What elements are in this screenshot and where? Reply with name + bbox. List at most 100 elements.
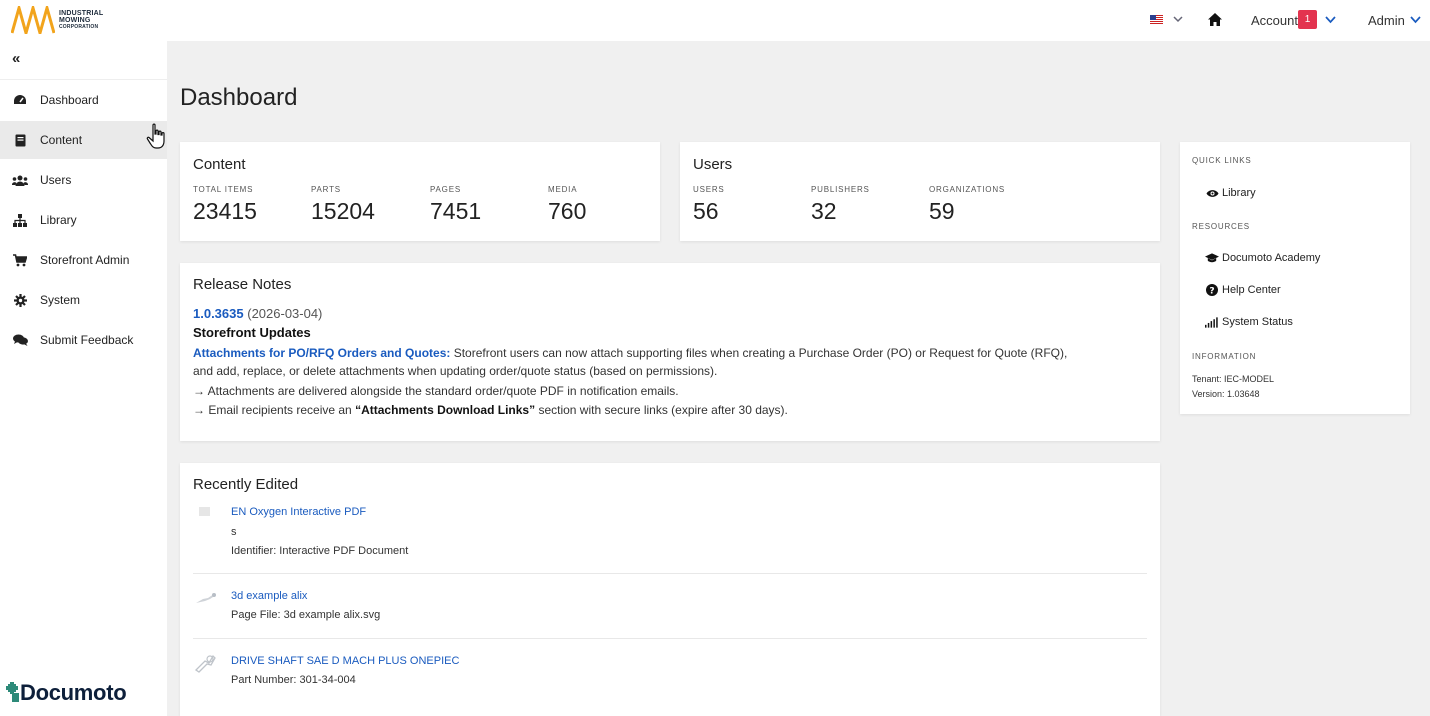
stat-value: 760 (548, 198, 587, 224)
resources-heading: RESOURCES (1192, 222, 1250, 231)
sidebar-item-content[interactable]: Content (0, 121, 167, 159)
language-chevron-down-icon[interactable] (1172, 14, 1184, 24)
book-icon (12, 133, 28, 147)
release-bullet-2-pre: → Email recipients receive an (193, 403, 356, 417)
version-info: Version: 1.03648 (1192, 389, 1260, 399)
sidebar-item-label: Submit Feedback (40, 333, 134, 347)
content-summary-card: Content TOTAL ITEMS 23415 PARTS 15204 PA… (180, 142, 660, 241)
us-flag-icon[interactable] (1150, 15, 1163, 24)
graduation-cap-icon (1205, 253, 1219, 263)
part-thumbnail-icon (194, 654, 216, 673)
recent-item-link[interactable]: DRIVE SHAFT SAE D MACH PLUS ONEPIEC (231, 655, 459, 667)
stat-label: MEDIA (548, 185, 578, 194)
resource-link-system-status[interactable]: System Status (1205, 316, 1293, 328)
users-card-title: Users (693, 156, 733, 173)
recent-item-link[interactable]: 3d example alix (231, 590, 307, 602)
account-chevron-down-icon[interactable] (1324, 14, 1337, 25)
svg-thumbnail-icon (196, 593, 216, 603)
home-icon[interactable] (1207, 12, 1223, 27)
sidebar-item-library[interactable]: Library (0, 201, 167, 239)
stat-label: USERS (693, 185, 725, 194)
users-summary-card: Users USERS 56 PUBLISHERS 32 ORGANIZATIO… (680, 142, 1160, 241)
release-date: (2026-03-04) (247, 306, 323, 321)
sidebar-item-submit-feedback[interactable]: Submit Feedback (0, 321, 167, 359)
right-info-panel: QUICK LINKS Library RESOURCES Documoto A… (1180, 142, 1410, 414)
company-name: INDUSTRIAL MOWING CORPORATION (59, 10, 103, 30)
release-feature-text-2: and add, replace, or delete attachments … (193, 364, 718, 378)
release-bullet-1: → Attachments are delivered alongside th… (193, 384, 679, 398)
stat-value: 32 (811, 198, 837, 224)
sidebar-item-storefront-admin[interactable]: Storefront Admin (0, 241, 167, 279)
gear-icon (12, 293, 28, 307)
divider (193, 573, 1147, 574)
stat-value: 56 (693, 198, 719, 224)
admin-menu[interactable]: Admin (1368, 13, 1405, 28)
release-bullet-2-bold: “Attachments Download Links” (355, 403, 536, 417)
recent-item-identifier: Identifier: Interactive PDF Document (231, 545, 409, 557)
recent-item-link[interactable]: EN Oxygen Interactive PDF (231, 506, 366, 518)
company-logo[interactable]: INDUSTRIAL MOWING CORPORATION (11, 6, 103, 34)
stat-pages[interactable]: PAGES 7451 (430, 185, 481, 225)
sidebar-collapse-button[interactable]: « (0, 41, 167, 80)
stat-label: PUBLISHERS (811, 185, 870, 194)
stat-publishers[interactable]: PUBLISHERS 32 (811, 185, 870, 225)
release-bullet-2: → Email recipients receive an “Attachmen… (193, 403, 788, 417)
stat-label: PAGES (430, 185, 461, 194)
company-name-line2: MOWING (59, 17, 91, 24)
resource-link-documoto-academy[interactable]: Documoto Academy (1205, 252, 1320, 264)
sidebar-item-label: System (40, 293, 81, 307)
sidebar-item-dashboard[interactable]: Dashboard (0, 81, 167, 119)
stat-organizations[interactable]: ORGANIZATIONS 59 (929, 185, 1005, 225)
admin-chevron-down-icon[interactable] (1409, 14, 1422, 25)
sidebar-item-label: Dashboard (40, 93, 99, 107)
resource-label: Help Center (1222, 284, 1281, 296)
pdf-thumbnail-icon (199, 507, 210, 516)
company-logo-mark-icon (11, 6, 55, 34)
sidebar-item-system[interactable]: System (0, 281, 167, 319)
stat-label: ORGANIZATIONS (929, 185, 1006, 194)
stat-value: 15204 (311, 198, 375, 224)
sidebar-item-label: Library (40, 213, 77, 227)
sidebar-item-label: Users (40, 173, 72, 187)
recent-item-detail: Part Number: 301-34-004 (231, 674, 356, 686)
stat-users[interactable]: USERS 56 (693, 185, 725, 225)
stat-value: 23415 (193, 198, 257, 224)
quick-link-label: Library (1222, 187, 1256, 199)
documoto-gear-icon (6, 682, 19, 702)
account-notification-badge[interactable]: 1 (1298, 10, 1317, 29)
release-version-line: 1.0.3635 (2026-03-04) (193, 306, 322, 321)
account-menu[interactable]: Account (1251, 13, 1298, 28)
release-feature-paragraph: Attachments for PO/RFQ Orders and Quotes… (193, 346, 1067, 360)
company-name-line3: CORPORATION (59, 24, 99, 30)
cart-icon (12, 253, 28, 267)
release-feature-title-link[interactable]: Attachments for PO/RFQ Orders and Quotes… (193, 346, 450, 360)
comments-icon (12, 333, 28, 347)
information-heading: INFORMATION (1192, 352, 1257, 361)
resource-link-help-center[interactable]: ? Help Center (1205, 284, 1281, 296)
stat-media[interactable]: MEDIA 760 (548, 185, 586, 225)
documoto-logo[interactable]: Documoto (6, 680, 127, 706)
stat-value: 7451 (430, 198, 482, 224)
divider (193, 638, 1147, 639)
stat-total-items[interactable]: TOTAL ITEMS 23415 (193, 185, 257, 225)
double-chevron-left-icon: « (12, 50, 21, 67)
release-heading: Storefront Updates (193, 325, 311, 340)
resource-label: Documoto Academy (1222, 252, 1321, 264)
sitemap-icon (12, 213, 28, 227)
question-circle-icon: ? (1205, 284, 1219, 296)
sidebar-item-users[interactable]: Users (0, 161, 167, 199)
release-bullet-2-post: section with secure links (expire after … (535, 403, 788, 417)
release-version-link[interactable]: 1.0.3635 (193, 306, 244, 321)
content-card-title: Content (193, 156, 246, 173)
stat-label: PARTS (311, 185, 341, 194)
release-notes-title: Release Notes (193, 276, 292, 293)
stat-value: 59 (929, 198, 955, 224)
stat-parts[interactable]: PARTS 15204 (311, 185, 375, 225)
hand-cursor-icon (146, 123, 165, 149)
quick-links-heading: QUICK LINKS (1192, 156, 1252, 165)
tenant-info: Tenant: IEC-MODEL (1192, 374, 1275, 384)
quick-link-library[interactable]: Library (1205, 187, 1256, 199)
signal-icon (1205, 316, 1219, 328)
recently-edited-title: Recently Edited (193, 476, 299, 493)
sidebar-item-label: Content (40, 133, 83, 147)
